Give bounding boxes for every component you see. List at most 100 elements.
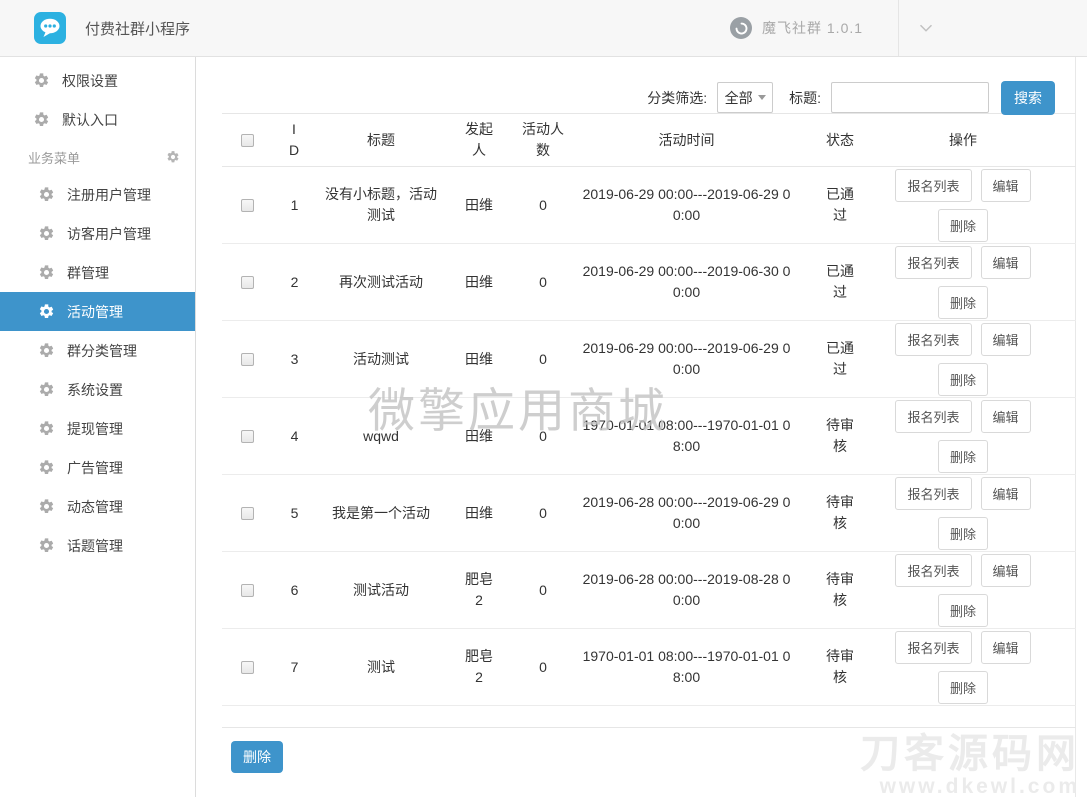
table-footer-spacer bbox=[222, 706, 1076, 728]
gear-icon bbox=[38, 303, 55, 320]
sidebar-item-top-1[interactable]: 默认入口 bbox=[0, 100, 195, 139]
sidebar-item-label: 默认入口 bbox=[62, 111, 118, 128]
sidebar-item-label: 动态管理 bbox=[67, 498, 123, 515]
gear-icon[interactable] bbox=[166, 150, 180, 164]
top-header: 付费社群小程序 魔飞社群 1.0.1 bbox=[0, 0, 1087, 57]
sidebar-item-menu-7[interactable]: 广告管理 bbox=[0, 448, 195, 487]
delete-button[interactable]: 删除 bbox=[937, 516, 988, 550]
edit-button[interactable]: 编辑 bbox=[980, 399, 1031, 433]
main-panel: 分类筛选: 全部 标题: 搜索 ID 标题 发起人 活动人数 活动时间 状态 操… bbox=[196, 57, 1076, 797]
caret-down-icon bbox=[757, 95, 766, 100]
sidebar-item-menu-8[interactable]: 动态管理 bbox=[0, 487, 195, 526]
signup-list-button[interactable]: 报名列表 bbox=[895, 476, 972, 510]
category-filter-label: 分类筛选: bbox=[647, 89, 708, 106]
signup-list-button[interactable]: 报名列表 bbox=[895, 553, 972, 587]
sidebar: 权限设置 默认入口 业务菜单 注册用户管理 访客用户管理 群管理 活动管理 群分… bbox=[0, 57, 196, 797]
delete-button[interactable]: 删除 bbox=[937, 439, 988, 473]
row-checkbox[interactable] bbox=[240, 198, 254, 212]
category-select[interactable]: 全部 bbox=[717, 82, 774, 113]
search-button[interactable]: 搜索 bbox=[1001, 80, 1055, 115]
gear-icon bbox=[38, 381, 55, 398]
gear-icon bbox=[38, 420, 55, 437]
gear-icon bbox=[38, 186, 55, 203]
col-header-actions: 操作 bbox=[949, 131, 977, 148]
sidebar-item-label: 系统设置 bbox=[67, 381, 123, 398]
status-text: 已通过 bbox=[826, 340, 854, 377]
status-text: 待审核 bbox=[826, 571, 854, 608]
sidebar-item-menu-0[interactable]: 注册用户管理 bbox=[0, 175, 195, 214]
col-header-initiator: 发起人 bbox=[465, 121, 493, 158]
col-header-id: ID bbox=[288, 121, 301, 158]
table-row: 5 我是第一个活动 田维 0 2019-06-28 00:00---2019-0… bbox=[222, 475, 1076, 552]
gear-icon bbox=[38, 537, 55, 554]
sidebar-item-menu-5[interactable]: 系统设置 bbox=[0, 370, 195, 409]
delete-button[interactable]: 删除 bbox=[937, 208, 988, 242]
signup-list-button[interactable]: 报名列表 bbox=[895, 630, 972, 664]
sidebar-item-menu-3[interactable]: 活动管理 bbox=[0, 292, 195, 331]
col-header-participants: 活动人数 bbox=[522, 121, 564, 158]
table-row: 6 测试活动 肥皂2 0 2019-06-28 00:00---2019-08-… bbox=[222, 552, 1076, 629]
status-text: 待审核 bbox=[826, 494, 854, 531]
activities-table: ID 标题 发起人 活动人数 活动时间 状态 操作 1 没有小标题，活动测试 田… bbox=[222, 113, 1076, 728]
sidebar-item-label: 提现管理 bbox=[67, 420, 123, 437]
gear-icon bbox=[33, 72, 50, 89]
sidebar-item-top-0[interactable]: 权限设置 bbox=[0, 61, 195, 100]
edit-button[interactable]: 编辑 bbox=[980, 245, 1031, 279]
edit-button[interactable]: 编辑 bbox=[980, 476, 1031, 510]
gear-icon bbox=[38, 498, 55, 515]
gear-icon bbox=[38, 264, 55, 281]
edit-button[interactable]: 编辑 bbox=[980, 168, 1031, 202]
col-header-status: 状态 bbox=[826, 131, 854, 148]
row-checkbox[interactable] bbox=[240, 583, 254, 597]
row-checkbox[interactable] bbox=[240, 275, 254, 289]
row-checkbox[interactable] bbox=[240, 506, 254, 520]
table-row: 7 测试 肥皂2 0 1970-01-01 08:00---1970-01-01… bbox=[222, 629, 1076, 706]
sidebar-item-menu-6[interactable]: 提现管理 bbox=[0, 409, 195, 448]
sidebar-item-menu-2[interactable]: 群管理 bbox=[0, 253, 195, 292]
row-checkbox[interactable] bbox=[240, 660, 254, 674]
bulk-delete-button[interactable]: 删除 bbox=[231, 741, 283, 773]
sidebar-item-label: 群分类管理 bbox=[67, 342, 137, 359]
sidebar-item-label: 权限设置 bbox=[62, 72, 118, 89]
edit-button[interactable]: 编辑 bbox=[980, 322, 1031, 356]
gear-icon bbox=[38, 459, 55, 476]
gear-icon bbox=[33, 111, 50, 128]
edit-button[interactable]: 编辑 bbox=[980, 553, 1031, 587]
signup-list-button[interactable]: 报名列表 bbox=[895, 399, 972, 433]
chevron-down-icon[interactable] bbox=[912, 16, 940, 40]
signup-list-button[interactable]: 报名列表 bbox=[895, 322, 972, 356]
delete-button[interactable]: 删除 bbox=[937, 670, 988, 704]
sidebar-item-menu-4[interactable]: 群分类管理 bbox=[0, 331, 195, 370]
sidebar-item-label: 访客用户管理 bbox=[67, 225, 151, 242]
table-row: 1 没有小标题，活动测试 田维 0 2019-06-29 00:00---201… bbox=[222, 167, 1076, 244]
row-checkbox[interactable] bbox=[240, 429, 254, 443]
signup-list-button[interactable]: 报名列表 bbox=[895, 245, 972, 279]
filter-bar: 分类筛选: 全部 标题: 搜索 bbox=[222, 80, 1055, 115]
table-row: 2 再次测试活动 田维 0 2019-06-29 00:00---2019-06… bbox=[222, 244, 1076, 321]
status-text: 已通过 bbox=[826, 186, 854, 223]
sidebar-item-label: 广告管理 bbox=[67, 459, 123, 476]
app-window: 付费社群小程序 魔飞社群 1.0.1 权限设置 默认入口 业务菜单 注册用户管理… bbox=[0, 0, 1087, 797]
app-logo-chat-bubble-icon bbox=[34, 12, 66, 44]
title-input[interactable] bbox=[831, 82, 989, 113]
sidebar-item-label: 话题管理 bbox=[67, 537, 123, 554]
brand-name-version: 魔飞社群 1.0.1 bbox=[762, 20, 864, 36]
status-text: 待审核 bbox=[826, 417, 854, 454]
sidebar-item-menu-1[interactable]: 访客用户管理 bbox=[0, 214, 195, 253]
col-header-title: 标题 bbox=[367, 131, 395, 148]
sidebar-item-menu-9[interactable]: 话题管理 bbox=[0, 526, 195, 565]
status-text: 待审核 bbox=[826, 648, 854, 685]
row-checkbox[interactable] bbox=[240, 352, 254, 366]
table-row: 4 wqwd 田维 0 1970-01-01 08:00---1970-01-0… bbox=[222, 398, 1076, 475]
gear-icon bbox=[38, 342, 55, 359]
edit-button[interactable]: 编辑 bbox=[980, 630, 1031, 664]
title-filter-label: 标题: bbox=[789, 89, 821, 106]
signup-list-button[interactable]: 报名列表 bbox=[895, 168, 972, 202]
select-all-checkbox[interactable] bbox=[240, 133, 254, 147]
sidebar-item-label: 群管理 bbox=[67, 264, 109, 281]
delete-button[interactable]: 删除 bbox=[937, 593, 988, 627]
sidebar-section-business-menu: 业务菜单 bbox=[0, 139, 195, 175]
delete-button[interactable]: 删除 bbox=[937, 362, 988, 396]
category-select-value: 全部 bbox=[724, 89, 753, 106]
delete-button[interactable]: 删除 bbox=[937, 285, 988, 319]
